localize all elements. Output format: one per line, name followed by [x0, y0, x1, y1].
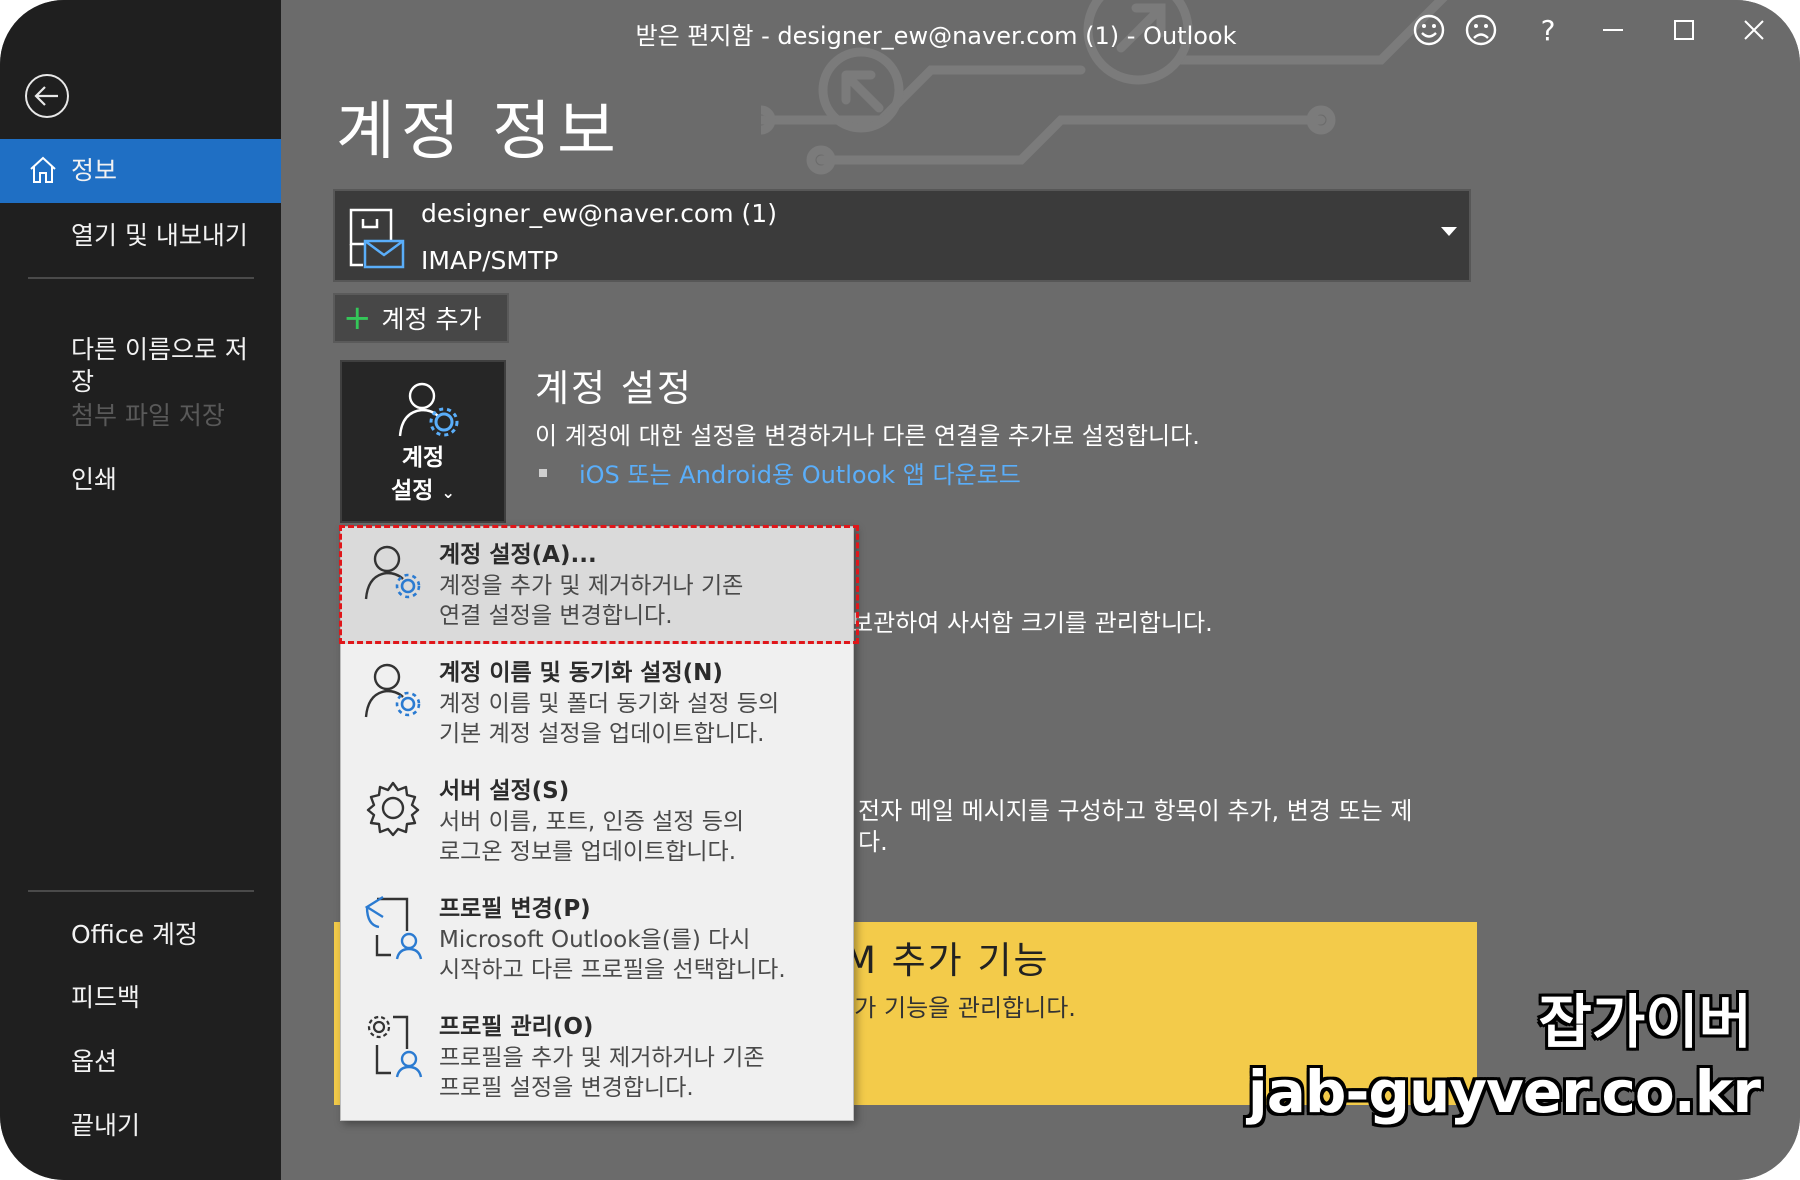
nav-office-account[interactable]: Office 계정: [0, 915, 281, 955]
nav-feedback-label: 피드백: [71, 983, 141, 1012]
account-mailbox-icon: [349, 208, 405, 269]
smile-icon: [1413, 14, 1445, 46]
menu-item-manage-profiles[interactable]: 프로필 관리(O) 프로필을 추가 및 제거하거나 기존 프로필 설정을 변경합…: [341, 999, 853, 1116]
menu-item-server-settings[interactable]: 서버 설정(S) 서버 이름, 포트, 인증 설정 등의 로그온 정보를 업데이…: [341, 763, 853, 880]
nav-print[interactable]: 인쇄: [0, 460, 281, 500]
profile-gear-icon: [367, 1015, 423, 1078]
nav-save-as[interactable]: 다른 이름으로 저 장: [0, 302, 270, 398]
menu-item-desc-line1: Microsoft Outlook을(를) 다시: [439, 927, 751, 953]
maximize-icon: [1674, 20, 1694, 40]
account-settings-title: 계정 설정: [535, 367, 693, 410]
nav-info[interactable]: 정보: [0, 139, 281, 203]
frown-feedback-button[interactable]: [1459, 8, 1503, 52]
nav-exit[interactable]: 끝내기: [0, 1106, 281, 1146]
menu-item-desc: 계정을 추가 및 제거하거나 기존 연결 설정을 변경합니다.: [439, 571, 839, 631]
account-settings-tile-label: 계정 설정 ⌄: [342, 442, 504, 509]
nav-divider: [28, 277, 254, 279]
user-gear-icon: [364, 663, 421, 718]
nav-open-export-label: 열기 및 내보내기: [71, 221, 248, 250]
home-icon: [30, 156, 56, 183]
arrow-left-icon: [34, 86, 58, 106]
page-title: 계정 정보: [336, 95, 622, 169]
rules-alerts-desc: 전자 메일 메시지를 구성하고 항목이 추가, 변경 또는 제: [858, 797, 1413, 825]
menu-item-desc: Microsoft Outlook을(를) 다시 시작하고 다른 프로필을 선택…: [439, 925, 839, 985]
nav-open-export[interactable]: 열기 및 내보내기: [0, 216, 281, 256]
account-settings-desc: 이 계정에 대한 설정을 변경하거나 다른 연결을 추가로 설정합니다.: [535, 422, 1200, 450]
nav-office-account-label: Office 계정: [71, 920, 198, 949]
question-mark-icon: ?: [1540, 13, 1556, 47]
back-button[interactable]: [25, 74, 69, 118]
gear-icon: [366, 781, 420, 837]
bullet-icon: [539, 469, 547, 477]
menu-item-desc-line2: 시작하고 다른 프로필을 선택합니다.: [439, 957, 786, 983]
menu-item-desc-line1: 프로필을 추가 및 제거하거나 기존: [439, 1045, 765, 1071]
watermark-title: 잡가이버: [1538, 988, 1752, 1056]
mailbox-cleanup-desc: 보관하여 사서함 크기를 관리합니다.: [851, 609, 1213, 637]
menu-item-desc: 프로필을 추가 및 제거하거나 기존 프로필 설정을 변경합니다.: [439, 1043, 839, 1103]
mobile-app-download-link[interactable]: iOS 또는 Android용 Outlook 앱 다운로드: [579, 461, 1021, 489]
plus-icon: +: [343, 298, 372, 338]
close-icon: [1744, 20, 1764, 40]
add-account-label: 계정 추가: [381, 305, 482, 334]
smile-feedback-button[interactable]: [1407, 8, 1451, 52]
window-title: 받은 편지함 - designer_ew@naver.com (1) - Out…: [635, 22, 1237, 50]
user-gear-icon: [364, 545, 421, 600]
minimize-button[interactable]: [1591, 8, 1635, 52]
account-selector-dropdown[interactable]: designer_ew@naver.com (1) IMAP/SMTP: [333, 189, 1471, 282]
nav-save-attachments-label: 첨부 파일 저장: [71, 401, 225, 430]
nav-exit-label: 끝내기: [71, 1111, 141, 1140]
menu-item-desc-line1: 서버 이름, 포트, 인증 설정 등의: [439, 809, 745, 835]
chevron-down-icon: [1441, 227, 1457, 236]
menu-item-desc-line2: 프로필 설정을 변경합니다.: [439, 1075, 694, 1101]
backstage-sidebar: 정보 열기 및 내보내기 다른 이름으로 저 장 첨부 파일 저장 인쇄 Off…: [0, 0, 281, 1180]
menu-item-desc-line2: 로그온 정보를 업데이트합니다.: [439, 839, 737, 865]
menu-item-title: 서버 설정(S): [439, 778, 570, 804]
menu-item-desc-line1: 계정 이름 및 폴더 동기화 설정 등의: [439, 691, 780, 717]
account-type: IMAP/SMTP: [421, 246, 559, 275]
nav-save-attachments: 첨부 파일 저장: [0, 396, 281, 436]
menu-item-desc-line2: 연결 설정을 변경합니다.: [439, 603, 673, 629]
menu-item-title: 프로필 변경(P): [439, 896, 591, 922]
nav-options-label: 옵션: [71, 1047, 118, 1076]
nav-divider-bottom: [28, 890, 254, 892]
menu-item-title: 계정 설정(A)...: [439, 542, 597, 568]
user-gear-icon: [398, 382, 459, 437]
outlook-window: 정보 열기 및 내보내기 다른 이름으로 저 장 첨부 파일 저장 인쇄 Off…: [0, 0, 1800, 1180]
nav-save-as-label: 다른 이름으로 저 장: [71, 335, 248, 396]
nav-feedback[interactable]: 피드백: [0, 978, 281, 1018]
menu-item-account-settings[interactable]: 계정 설정(A)... 계정을 추가 및 제거하거나 기존 연결 설정을 변경합…: [339, 525, 859, 644]
watermark-url: jab-guyver.co.kr: [1247, 1058, 1761, 1126]
rules-alerts-desc-2: 다.: [858, 828, 888, 856]
chevron-down-small-icon: ⌄: [441, 483, 455, 502]
menu-item-desc-line2: 기본 계정 설정을 업데이트합니다.: [439, 721, 765, 747]
help-button[interactable]: ?: [1526, 8, 1570, 52]
menu-item-desc: 계정 이름 및 폴더 동기화 설정 등의 기본 계정 설정을 업데이트합니다.: [439, 689, 839, 749]
mobile-app-link-row: iOS 또는 Android용 Outlook 앱 다운로드: [539, 455, 1021, 490]
nav-options[interactable]: 옵션: [0, 1042, 281, 1082]
tile-label-line2-text: 설정: [391, 478, 434, 504]
account-settings-menu: 계정 설정(A)... 계정을 추가 및 제거하거나 기존 연결 설정을 변경합…: [339, 525, 859, 1121]
tile-label-line2: 설정 ⌄: [342, 475, 504, 509]
account-email: designer_ew@naver.com (1): [421, 199, 777, 228]
maximize-button[interactable]: [1662, 8, 1706, 52]
nav-print-label: 인쇄: [71, 465, 118, 494]
profile-switch-icon: [364, 895, 423, 960]
nav-info-label: 정보: [71, 156, 118, 185]
add-account-button[interactable]: + 계정 추가: [333, 293, 509, 343]
menu-item-desc: 서버 이름, 포트, 인증 설정 등의 로그온 정보를 업데이트합니다.: [439, 807, 839, 867]
menu-item-desc-line1: 계정을 추가 및 제거하거나 기존: [439, 573, 744, 599]
minimize-icon: [1603, 29, 1623, 31]
close-button[interactable]: [1732, 8, 1776, 52]
menu-item-title: 프로필 관리(O): [439, 1014, 594, 1040]
frown-icon: [1465, 14, 1497, 46]
menu-item-account-name-sync[interactable]: 계정 이름 및 동기화 설정(N) 계정 이름 및 폴더 동기화 설정 등의 기…: [341, 645, 853, 762]
tile-label-line1: 계정: [401, 445, 445, 471]
menu-item-change-profile[interactable]: 프로필 변경(P) Microsoft Outlook을(를) 다시 시작하고 …: [341, 881, 853, 998]
menu-item-title: 계정 이름 및 동기화 설정(N): [439, 660, 723, 686]
account-settings-button[interactable]: 계정 설정 ⌄: [340, 360, 506, 523]
